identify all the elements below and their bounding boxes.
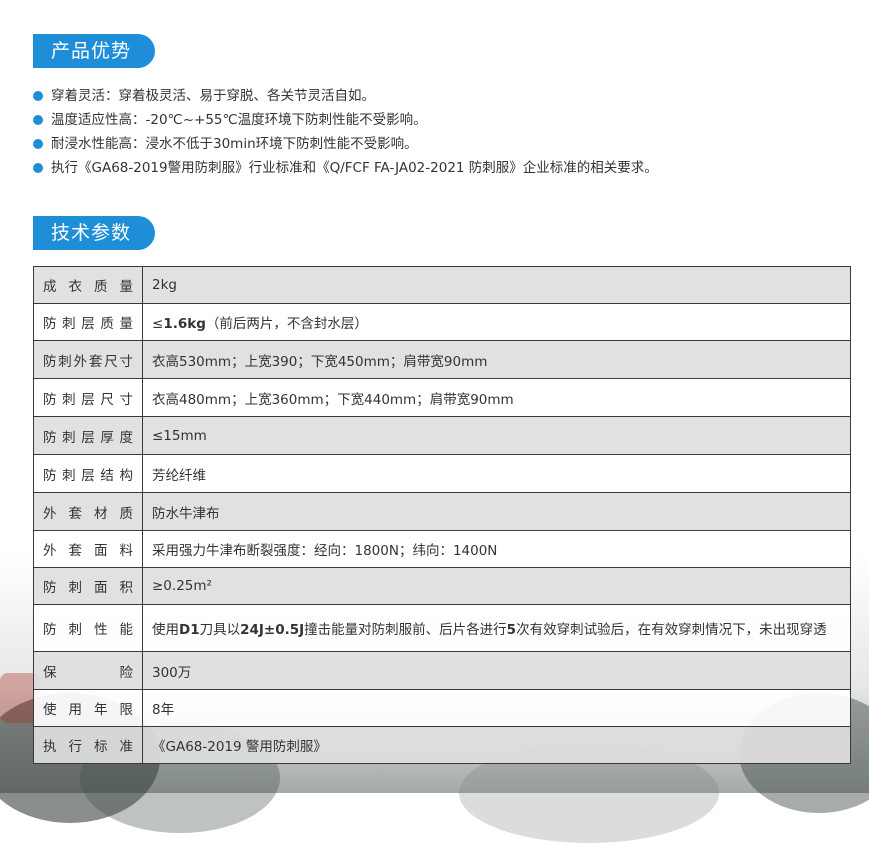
table-row: 使用年限 8年 <box>33 689 851 727</box>
bullet-dot-icon <box>33 115 43 125</box>
list-item: 耐浸水性能高：浸水不低于30min环境下防刺性能不受影响。 <box>33 132 658 156</box>
spec-value: 衣高480mm；上宽360mm；下宽440mm；肩带宽90mm <box>142 378 851 417</box>
spec-value: 2kg <box>142 266 851 304</box>
table-row: 防刺性能 使用D1刀具以24J±0.5J撞击能量对防刺服前、后片各进行5次有效穿… <box>33 604 851 652</box>
spec-value: 防水牛津布 <box>142 492 851 531</box>
table-row: 防刺层质量 ≤1.6kg（前后两片，不含封水层） <box>33 303 851 341</box>
spec-label: 防刺性能 <box>33 604 143 652</box>
list-item: 温度适应性高：-20℃~+55℃温度环境下防刺性能不受影响。 <box>33 108 658 132</box>
list-item: 执行《GA68-2019警用防刺服》行业标准和《Q/FCF FA-JA02-20… <box>33 156 658 180</box>
spec-value: 300万 <box>142 651 851 690</box>
bullet-dot-icon <box>33 163 43 173</box>
spec-label: 执行标准 <box>33 726 143 764</box>
bullet-dot-icon <box>33 91 43 101</box>
spec-value: ≤15mm <box>142 416 851 455</box>
section-title-specs: 技术参数 <box>33 216 155 250</box>
spec-label: 防刺层结构 <box>33 454 143 493</box>
table-row: 执行标准 《GA68-2019 警用防刺服》 <box>33 726 851 764</box>
spec-label: 防刺层厚度 <box>33 416 143 455</box>
spec-value: 《GA68-2019 警用防刺服》 <box>142 726 851 764</box>
spec-label: 保险 <box>33 651 143 690</box>
advantages-list: 穿着灵活：穿着极灵活、易于穿脱、各关节灵活自如。 温度适应性高：-20℃~+55… <box>33 84 658 180</box>
table-row: 保险 300万 <box>33 651 851 690</box>
spec-label: 外套面料 <box>33 530 143 568</box>
spec-value: 采用强力牛津布断裂强度：经向：1800N；纬向：1400N <box>142 530 851 568</box>
spec-label: 防刺外套尺寸 <box>33 340 143 379</box>
table-row: 防刺面积 ≥0.25m² <box>33 567 851 605</box>
spec-value: ≤1.6kg（前后两片，不含封水层） <box>142 303 851 341</box>
table-row: 外套面料 采用强力牛津布断裂强度：经向：1800N；纬向：1400N <box>33 530 851 568</box>
spec-label: 使用年限 <box>33 689 143 727</box>
section-title-advantages: 产品优势 <box>33 34 155 68</box>
table-row: 防刺外套尺寸 衣高530mm；上宽390；下宽450mm；肩带宽90mm <box>33 340 851 379</box>
spec-value: 衣高530mm；上宽390；下宽450mm；肩带宽90mm <box>142 340 851 379</box>
spec-label: 防刺层尺寸 <box>33 378 143 417</box>
table-row: 外套材质 防水牛津布 <box>33 492 851 531</box>
spec-value: 芳纶纤维 <box>142 454 851 493</box>
spec-label: 防刺层质量 <box>33 303 143 341</box>
table-row: 成衣质量 2kg <box>33 266 851 304</box>
bullet-dot-icon <box>33 139 43 149</box>
list-item: 穿着灵活：穿着极灵活、易于穿脱、各关节灵活自如。 <box>33 84 658 108</box>
spec-label: 成衣质量 <box>33 266 143 304</box>
spec-label: 防刺面积 <box>33 567 143 605</box>
table-row: 防刺层尺寸 衣高480mm；上宽360mm；下宽440mm；肩带宽90mm <box>33 378 851 417</box>
table-row: 防刺层厚度 ≤15mm <box>33 416 851 455</box>
spec-value: 8年 <box>142 689 851 727</box>
spec-table: 成衣质量 2kg 防刺层质量 ≤1.6kg（前后两片，不含封水层） 防刺外套尺寸… <box>33 266 851 764</box>
spec-label: 外套材质 <box>33 492 143 531</box>
spec-value: ≥0.25m² <box>142 567 851 605</box>
spec-value: 使用D1刀具以24J±0.5J撞击能量对防刺服前、后片各进行5次有效穿刺试验后，… <box>142 604 851 652</box>
table-row: 防刺层结构 芳纶纤维 <box>33 454 851 493</box>
